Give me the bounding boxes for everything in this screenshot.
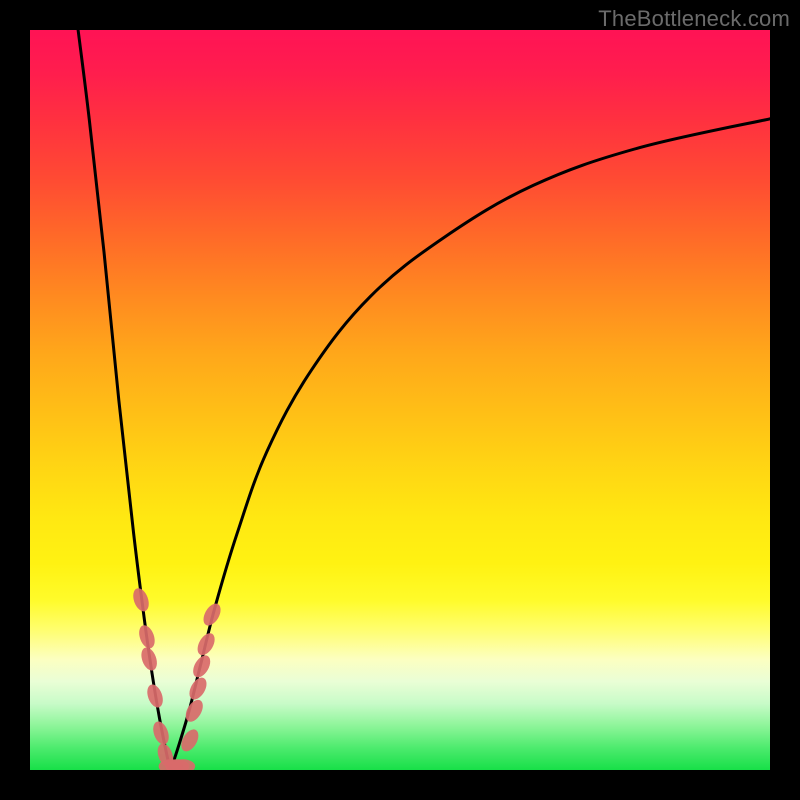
marker-point xyxy=(144,682,165,709)
curve-line xyxy=(78,30,770,770)
chart-svg xyxy=(30,30,770,770)
marker-point xyxy=(136,623,157,650)
marker-point xyxy=(138,645,159,672)
marker-point xyxy=(190,653,214,681)
attribution-text: TheBottleneck.com xyxy=(598,6,790,32)
marker-point xyxy=(200,601,224,629)
series-right-branch xyxy=(171,119,770,770)
plot-area xyxy=(30,30,770,770)
series-left-branch xyxy=(78,30,171,770)
outer-frame: TheBottleneck.com xyxy=(0,0,800,800)
marker-point xyxy=(186,675,210,703)
marker-point xyxy=(194,630,218,658)
marker-point xyxy=(150,719,171,746)
marker-point xyxy=(130,586,151,613)
